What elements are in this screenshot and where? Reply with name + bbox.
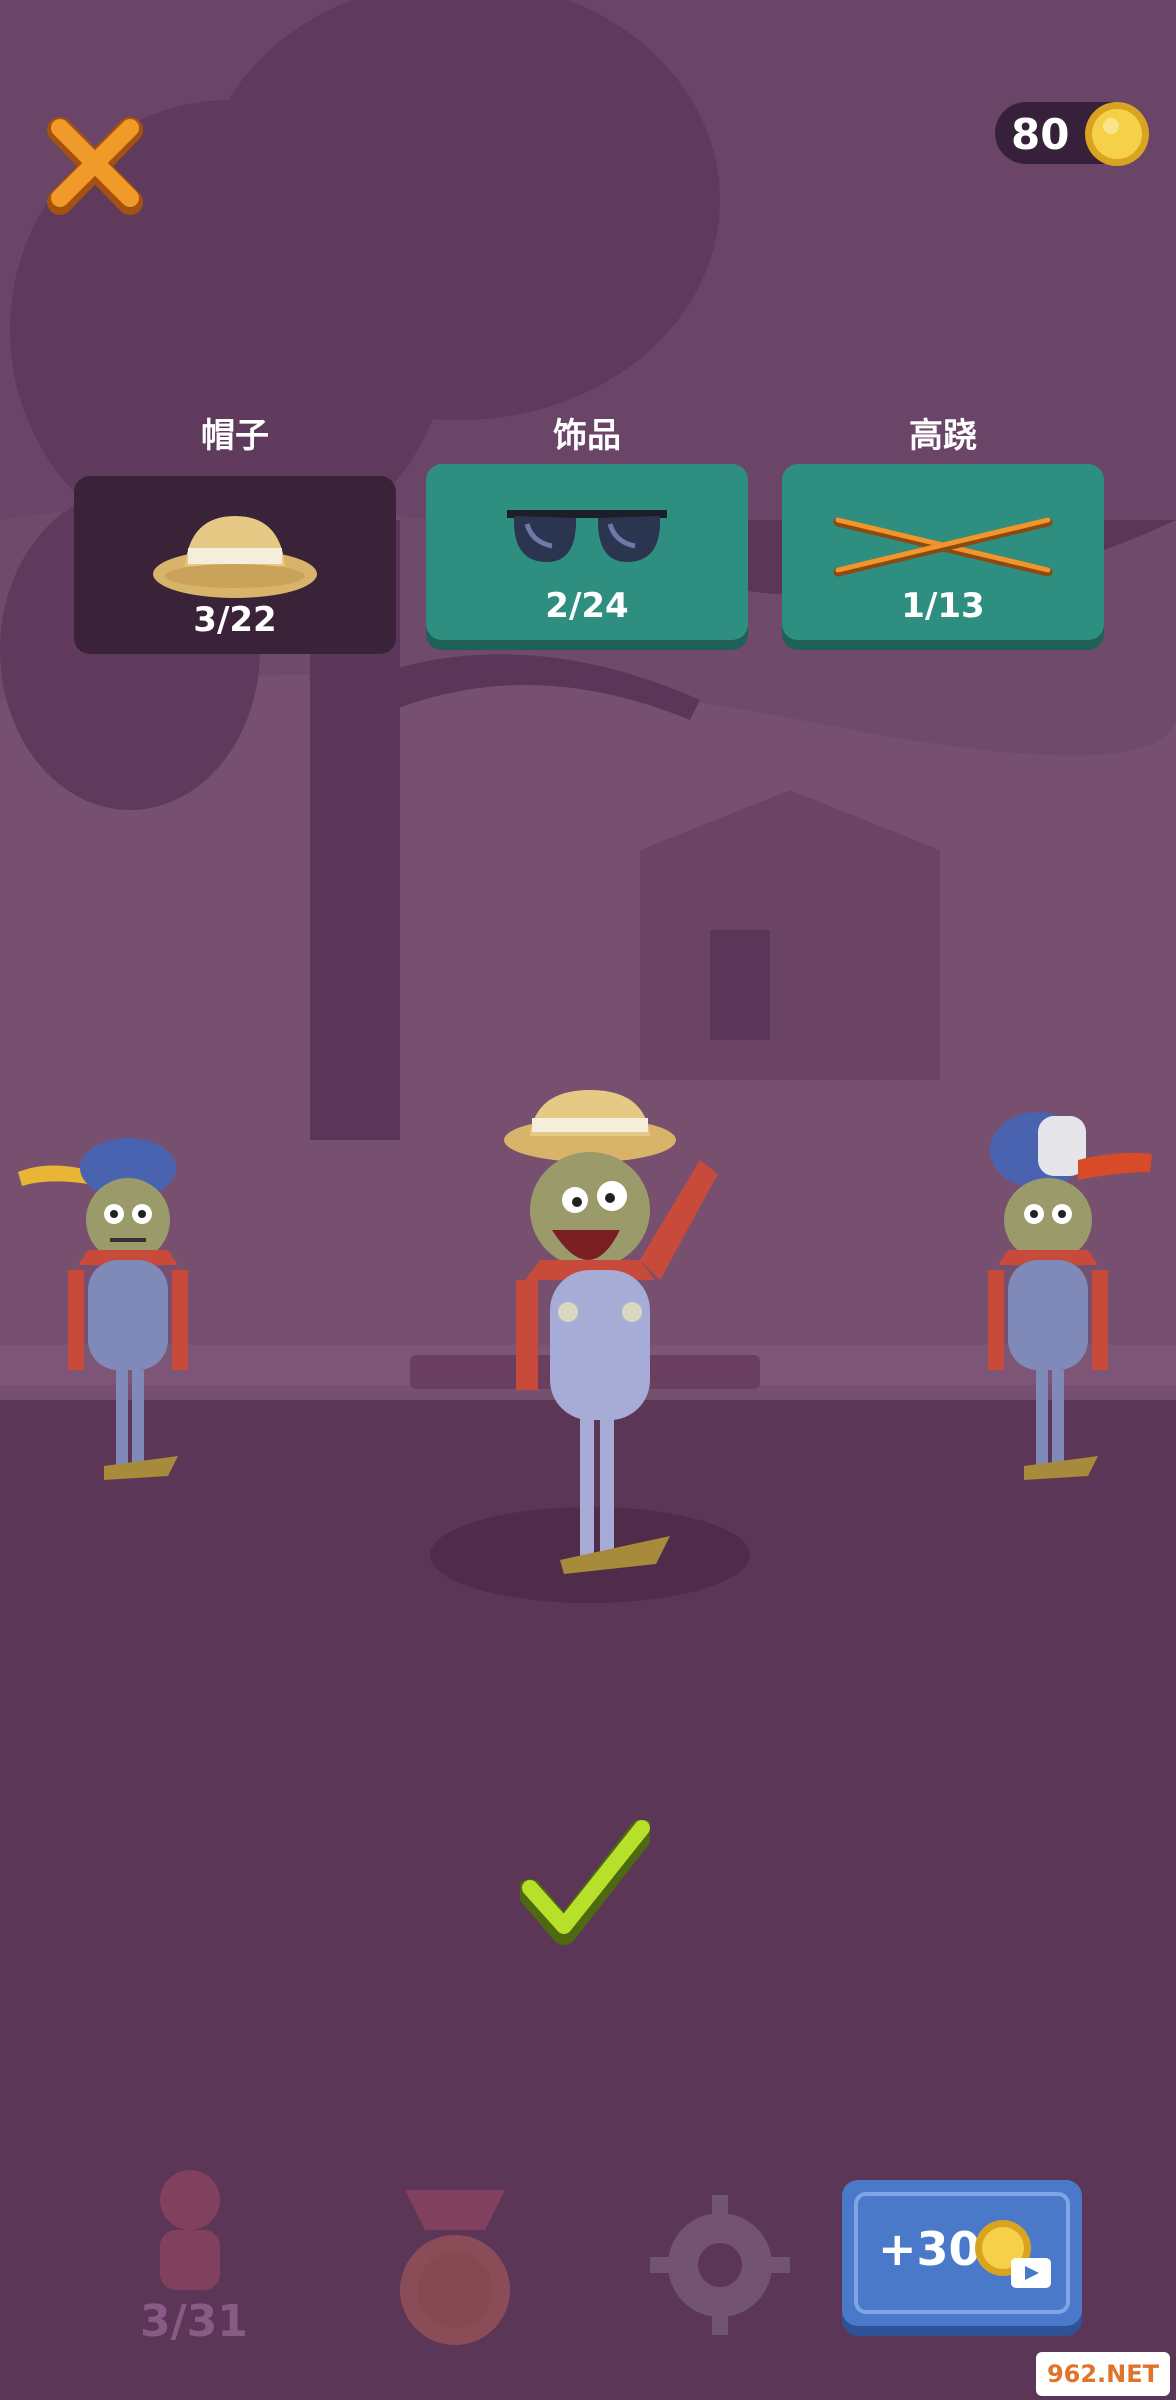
- confirm-checkmark-icon[interactable]: [520, 1820, 650, 1950]
- stilts-icon: [833, 517, 1053, 577]
- coin-icon: [1085, 102, 1149, 166]
- tab-accessories-progress: 2/24: [545, 586, 629, 626]
- coin-video-icon: [975, 2220, 1051, 2288]
- bonus-amount: +30: [878, 2222, 981, 2276]
- settings-gear-icon[interactable]: [650, 2195, 790, 2335]
- watch-ad-bonus-button[interactable]: +30: [842, 2180, 1082, 2326]
- sunglasses-icon: [507, 510, 667, 562]
- characters-progress: 3/31: [140, 2296, 248, 2347]
- scarecrow-selected: [504, 1090, 718, 1574]
- tab-accessories[interactable]: 2/24: [426, 464, 748, 640]
- tab-hats-progress: 3/22: [193, 600, 277, 640]
- medal-icon[interactable]: [385, 2190, 525, 2350]
- coin-counter: 80: [995, 102, 1149, 166]
- category-label-accessories: 饰品: [553, 416, 621, 456]
- characters-icon[interactable]: [120, 2160, 270, 2310]
- site-watermark: 962.NET: [1036, 2352, 1170, 2396]
- coin-count: 80: [1011, 110, 1070, 159]
- scarecrow-left-preview[interactable]: [18, 1130, 208, 1490]
- tab-stilts-progress: 1/13: [901, 586, 985, 626]
- tab-stilts[interactable]: 1/13: [782, 464, 1104, 640]
- scarecrow-right-preview[interactable]: [968, 1110, 1168, 1490]
- close-icon[interactable]: [40, 110, 150, 220]
- category-label-stilts: 高跷: [909, 416, 977, 456]
- straw-hat-icon: [153, 516, 317, 598]
- tab-hats[interactable]: 3/22: [74, 476, 396, 654]
- category-label-hats: 帽子: [201, 416, 269, 456]
